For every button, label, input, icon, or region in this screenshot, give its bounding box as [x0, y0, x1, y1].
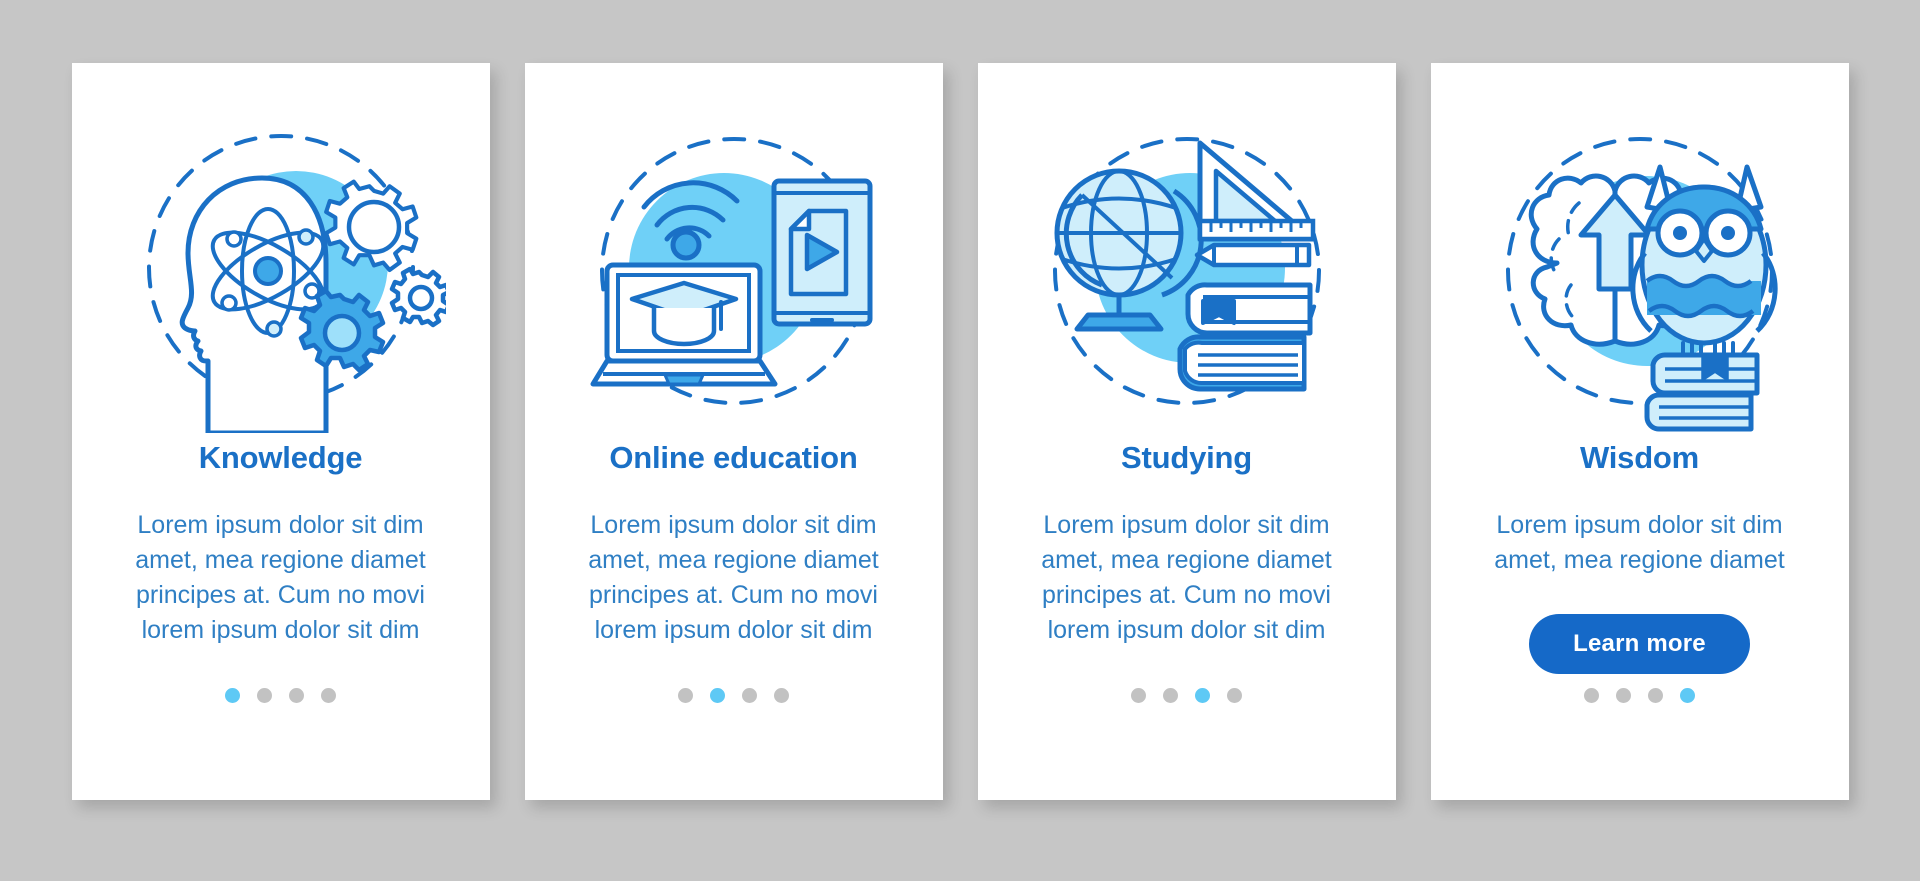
onboarding-card-studying: Studying Lorem ipsum dolor sit dim amet,… — [977, 63, 1396, 800]
card-title: Knowledge — [198, 440, 363, 475]
pagination-dot-1[interactable] — [225, 688, 240, 703]
card-description: Lorem ipsum dolor sit dim amet, mea regi… — [588, 511, 879, 645]
pagination-dot-3[interactable] — [289, 688, 304, 703]
pagination-dot-2[interactable] — [257, 688, 272, 703]
pagination-dot-3[interactable] — [742, 688, 757, 703]
pagination-dot-3[interactable] — [1648, 688, 1663, 703]
pagination-dots — [72, 688, 490, 703]
onboarding-card-knowledge: Knowledge Lorem ipsum dolor sit dim amet… — [71, 63, 490, 800]
card-title: Online education — [609, 440, 858, 475]
onboarding-screens-board: Knowledge Lorem ipsum dolor sit dim amet… — [0, 0, 1920, 881]
onboarding-card-wisdom: Wisdom Lorem ipsum dolor sit dim amet, m… — [1430, 63, 1849, 800]
cta-container: Learn more — [1431, 614, 1849, 675]
laptop-wifi-tablet-icon — [569, 103, 899, 433]
pagination-dot-2[interactable] — [1616, 688, 1631, 703]
pagination-dot-4[interactable] — [1680, 688, 1695, 703]
pagination-dots — [525, 688, 943, 703]
pagination-dot-4[interactable] — [1227, 688, 1242, 703]
pagination-dot-2[interactable] — [1163, 688, 1178, 703]
pagination-dot-4[interactable] — [774, 688, 789, 703]
pagination-dot-1[interactable] — [678, 688, 693, 703]
pagination-dot-1[interactable] — [1131, 688, 1146, 703]
pagination-dot-3[interactable] — [1195, 688, 1210, 703]
card-description: Lorem ipsum dolor sit dim amet, mea regi… — [1041, 511, 1332, 645]
card-title: Wisdom — [1579, 440, 1700, 475]
globe-books-ruler-icon — [1022, 103, 1352, 433]
card-title: Studying — [1121, 440, 1252, 475]
card-description: Lorem ipsum dolor sit dim amet, mea regi… — [1494, 511, 1785, 575]
learn-more-button[interactable]: Learn more — [1529, 614, 1750, 675]
card-description: Lorem ipsum dolor sit dim amet, mea regi… — [135, 511, 426, 645]
brain-owl-books-icon — [1475, 103, 1805, 433]
onboarding-card-online-education: Online education Lorem ipsum dolor sit d… — [524, 63, 943, 800]
head-atom-gears-icon — [116, 103, 446, 433]
pagination-dot-1[interactable] — [1584, 688, 1599, 703]
pagination-dot-2[interactable] — [710, 688, 725, 703]
pagination-dots — [1431, 688, 1849, 703]
pagination-dot-4[interactable] — [321, 688, 336, 703]
pagination-dots — [978, 688, 1396, 703]
